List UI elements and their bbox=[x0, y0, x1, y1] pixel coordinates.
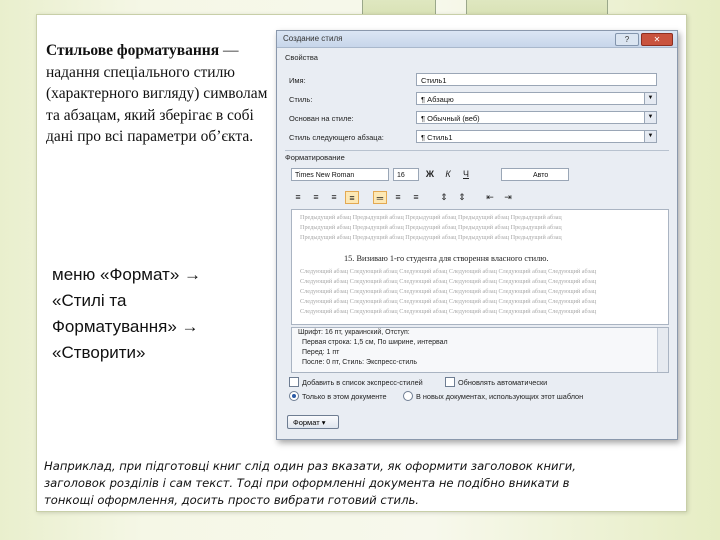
style-description: Шрифт: 16 пт, украинский, Отступ: Первая… bbox=[291, 327, 669, 373]
indent-icon[interactable]: ⇥ bbox=[501, 191, 515, 204]
style-type-value: ¶ Абзацю bbox=[421, 95, 454, 104]
align-left-icon[interactable]: ≡ bbox=[291, 191, 305, 204]
color-value: Авто bbox=[533, 171, 549, 179]
menu-path-line: «Створити» bbox=[52, 343, 146, 362]
size-select[interactable]: 16 bbox=[393, 167, 419, 181]
chevron-down-icon[interactable]: ▼ bbox=[644, 131, 656, 142]
new-documents-label: В новых документах, использующих этот ша… bbox=[416, 391, 584, 401]
bold-button[interactable]: Ж bbox=[423, 168, 437, 181]
next-style-row: Стиль следующего абзаца: ¶ Стиль1 ▼ bbox=[287, 130, 671, 145]
size-value: 16 bbox=[397, 171, 405, 179]
font-select[interactable]: Times New Roman bbox=[291, 167, 389, 181]
style-type-row: Стиль: ¶ Абзацю ▼ bbox=[287, 92, 671, 107]
align-center-icon[interactable]: ≡ bbox=[309, 191, 323, 204]
based-on-row: Основан на стиле: ¶ Обычный (веб) ▼ bbox=[287, 111, 671, 126]
preview-main-text: 15. Визиваю 1-го студента для створення … bbox=[344, 254, 549, 263]
based-on-value: ¶ Обычный (веб) bbox=[421, 114, 480, 123]
formatting-toolbar-1: Times New Roman 16 Ж К Ч Авто bbox=[291, 166, 569, 182]
italic-button[interactable]: К bbox=[441, 168, 455, 181]
formatting-group-label: Форматирование bbox=[285, 153, 345, 162]
line-spacing-onehalf-icon[interactable]: ≡ bbox=[391, 191, 405, 204]
description-scrollbar[interactable] bbox=[657, 328, 668, 372]
underline-button[interactable]: Ч bbox=[459, 168, 473, 181]
style-preview: Предыдущий абзац Предыдущий абзац Предыд… bbox=[291, 209, 669, 325]
definition-text: Стильове форматування — надання спеціаль… bbox=[46, 40, 268, 148]
style-type-select[interactable]: ¶ Абзацю ▼ bbox=[416, 92, 657, 105]
based-on-select[interactable]: ¶ Обычный (веб) ▼ bbox=[416, 111, 657, 124]
auto-update-checkbox[interactable]: Обновлять автоматически bbox=[445, 377, 547, 387]
new-documents-radio[interactable]: В новых документах, использующих этот ша… bbox=[403, 391, 583, 401]
example-line: заголовок розділів і сам текст. Тоді при… bbox=[44, 476, 570, 490]
definition-term: Стильове форматування bbox=[46, 42, 220, 59]
preview-before-line: Предыдущий абзац Предыдущий абзац Предыд… bbox=[300, 224, 562, 231]
add-to-quick-styles-checkbox[interactable]: Добавить в список экспресс-стилей bbox=[289, 377, 423, 387]
dialog-title-bar: Создание стиля ? ✕ bbox=[277, 31, 677, 48]
line-spacing-double-icon[interactable]: ≡ bbox=[409, 191, 423, 204]
align-right-icon[interactable]: ≡ bbox=[327, 191, 341, 204]
preview-after-line: Следующий абзац Следующий абзац Следующи… bbox=[300, 298, 597, 305]
formatting-toolbar-2: ≡ ≡ ≡ ≡ ═ ≡ ≡ ⇕ ⇕ ⇤ ⇥ bbox=[291, 189, 515, 205]
outdent-icon[interactable]: ⇤ bbox=[483, 191, 497, 204]
radio-button[interactable] bbox=[289, 391, 299, 401]
preview-after-line: Следующий абзац Следующий абзац Следующи… bbox=[300, 278, 597, 285]
radio-button[interactable] bbox=[403, 391, 413, 401]
spacing-after-icon[interactable]: ⇕ bbox=[455, 191, 469, 204]
name-label: Имя: bbox=[289, 76, 306, 85]
example-line: Наприклад, при підготовці книг слід один… bbox=[44, 459, 576, 473]
name-row: Имя: Стиль1 bbox=[287, 73, 671, 88]
add-to-quick-styles-label: Добавить в список экспресс-стилей bbox=[302, 377, 423, 387]
menu-path-line: «Стилі та bbox=[52, 291, 127, 310]
format-menu-button[interactable]: Формат ▾ bbox=[287, 415, 339, 429]
create-style-dialog: Создание стиля ? ✕ Свойства Имя: Стиль1 … bbox=[276, 30, 678, 440]
preview-after-line: Следующий абзац Следующий абзац Следующи… bbox=[300, 308, 597, 315]
example-line: тонкощі оформлення, досить просто вибрат… bbox=[44, 493, 419, 507]
menu-path-line: меню «Формат» → bbox=[52, 265, 202, 284]
description-line: Первая строка: 1,5 см, По ширине, интерв… bbox=[302, 339, 448, 346]
next-style-label: Стиль следующего абзаца: bbox=[289, 133, 384, 142]
preview-after-line: Следующий абзац Следующий абзац Следующи… bbox=[300, 288, 597, 295]
only-this-document-radio[interactable]: Только в этом документе bbox=[289, 391, 387, 401]
style-type-label: Стиль: bbox=[289, 95, 313, 104]
preview-before-line: Предыдущий абзац Предыдущий абзац Предыд… bbox=[300, 214, 562, 221]
preview-before-line: Предыдущий абзац Предыдущий абзац Предыд… bbox=[300, 234, 562, 241]
description-line: Шрифт: 16 пт, украинский, Отступ: bbox=[298, 329, 410, 336]
only-this-document-label: Только в этом документе bbox=[302, 391, 387, 401]
color-select[interactable]: Авто bbox=[501, 167, 569, 181]
auto-update-label: Обновлять автоматически bbox=[458, 377, 548, 387]
description-line: Перед: 1 пт bbox=[302, 349, 340, 356]
example-text: Наприклад, при підготовці книг слід один… bbox=[44, 458, 684, 509]
menu-path: меню «Формат» → «Стилі та Форматування» … bbox=[52, 262, 272, 366]
name-field[interactable]: Стиль1 bbox=[416, 73, 657, 86]
based-on-label: Основан на стиле: bbox=[289, 114, 354, 123]
font-value: Times New Roman bbox=[295, 171, 355, 179]
dialog-title: Создание стиля bbox=[283, 34, 343, 43]
next-style-value: ¶ Стиль1 bbox=[421, 133, 453, 142]
preview-after-line: Следующий абзац Следующий абзац Следующи… bbox=[300, 268, 597, 275]
help-button[interactable]: ? bbox=[615, 33, 639, 46]
divider bbox=[285, 150, 669, 151]
align-justify-icon[interactable]: ≡ bbox=[345, 190, 359, 204]
checkbox-box[interactable] bbox=[445, 377, 455, 387]
properties-group-label: Свойства bbox=[285, 53, 318, 62]
next-style-select[interactable]: ¶ Стиль1 ▼ bbox=[416, 130, 657, 143]
close-button[interactable]: ✕ bbox=[641, 33, 673, 46]
description-line: После: 0 пт, Стиль: Экспресс-стиль bbox=[302, 359, 417, 366]
checkbox-box[interactable] bbox=[289, 377, 299, 387]
chevron-down-icon[interactable]: ▼ bbox=[644, 112, 656, 123]
line-spacing-single-icon[interactable]: ═ bbox=[373, 190, 387, 204]
menu-path-line: Форматування» → bbox=[52, 317, 199, 336]
chevron-down-icon[interactable]: ▼ bbox=[644, 93, 656, 104]
spacing-before-icon[interactable]: ⇕ bbox=[437, 191, 451, 204]
